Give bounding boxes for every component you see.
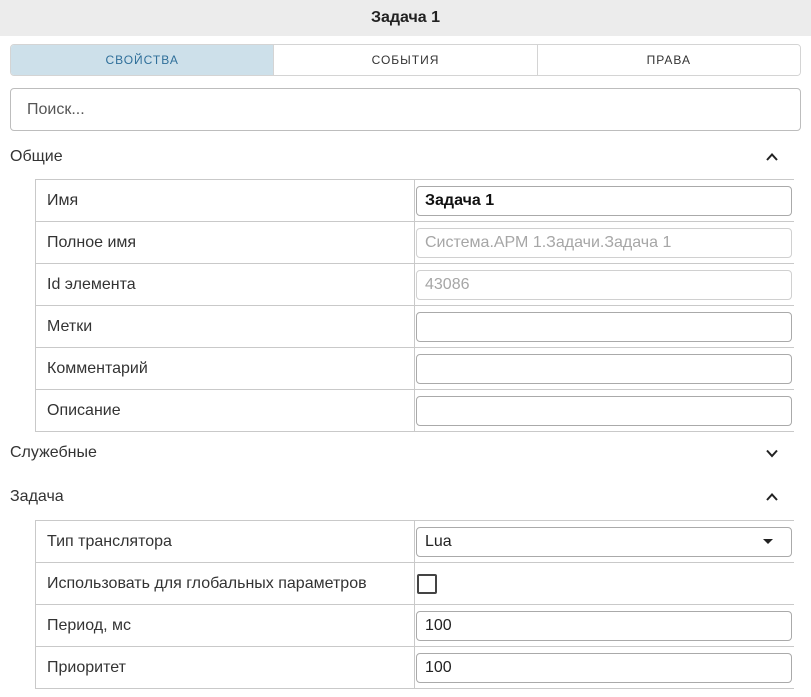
property-label: Полное имя — [36, 222, 415, 263]
full-name-field — [416, 227, 792, 258]
property-row-full-name: Полное имя — [36, 222, 794, 264]
property-row-use-for-global: Использовать для глобальных параметров — [36, 563, 794, 605]
section-general-header[interactable]: Общие — [10, 144, 801, 170]
property-label: Имя — [36, 180, 415, 221]
property-label: Тип транслятора — [36, 521, 415, 562]
property-label: Описание — [36, 390, 415, 431]
name-field[interactable] — [416, 185, 792, 216]
property-row-element-id: Id элемента — [36, 264, 794, 306]
section-general-title: Общие — [10, 148, 63, 165]
dropdown-caret-icon — [763, 539, 773, 544]
description-field[interactable] — [416, 395, 792, 426]
chevron-up-icon[interactable] — [761, 146, 783, 168]
property-row-tags: Метки — [36, 306, 794, 348]
property-row-period: Период, мс — [36, 605, 794, 647]
property-label: Метки — [36, 306, 415, 347]
property-label: Id элемента — [36, 264, 415, 305]
comment-field[interactable] — [416, 353, 792, 384]
task-properties-grid: Тип транслятора Lua Использовать для гло… — [35, 520, 794, 689]
property-row-comment: Комментарий — [36, 348, 794, 390]
general-properties-grid: Имя Полное имя Id элемента Метки Коммент… — [35, 179, 794, 432]
tags-field[interactable] — [416, 311, 792, 342]
property-row-priority: Приоритет — [36, 647, 794, 689]
section-task-title: Задача — [10, 488, 64, 505]
section-service-title: Служебные — [10, 444, 97, 461]
property-label: Использовать для глобальных параметров — [36, 563, 415, 604]
translator-type-value: Lua — [425, 532, 452, 550]
translator-type-select[interactable]: Lua — [416, 526, 792, 557]
priority-field[interactable] — [416, 652, 792, 683]
tab-events[interactable]: СОБЫТИЯ — [273, 45, 537, 75]
property-row-translator-type: Тип транслятора Lua — [36, 521, 794, 563]
section-task-header[interactable]: Задача — [10, 484, 801, 510]
property-label: Приоритет — [36, 647, 415, 688]
period-field[interactable] — [416, 610, 792, 641]
element-id-field — [416, 269, 792, 300]
property-row-name: Имя — [36, 180, 794, 222]
section-service-header[interactable]: Служебные — [10, 440, 801, 466]
chevron-down-icon[interactable] — [761, 442, 783, 464]
chevron-up-icon[interactable] — [761, 486, 783, 508]
use-for-global-checkbox[interactable] — [417, 573, 437, 594]
window-title: Задача 1 — [0, 0, 811, 36]
tab-properties[interactable]: СВОЙСТВА — [11, 45, 274, 75]
property-label: Период, мс — [36, 605, 415, 646]
property-row-description: Описание — [36, 390, 794, 432]
tab-bar: СВОЙСТВА СОБЫТИЯ ПРАВА — [10, 44, 801, 76]
property-label: Комментарий — [36, 348, 415, 389]
tab-rights[interactable]: ПРАВА — [536, 45, 800, 75]
search-input[interactable] — [10, 88, 801, 131]
